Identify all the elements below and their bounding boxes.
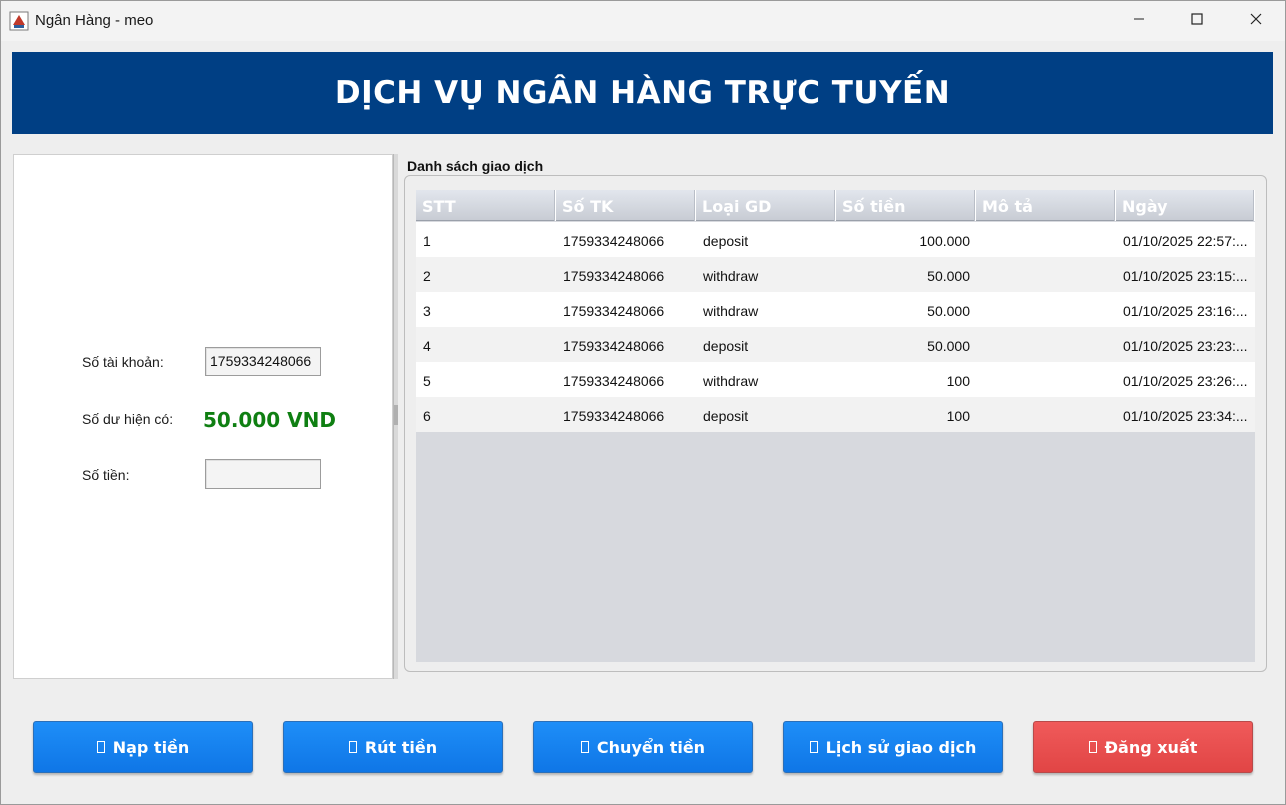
cell-amount: 100.000 [919, 233, 970, 249]
cell-account: 1759334248066 [563, 303, 665, 319]
cell-amount: 100 [946, 408, 970, 424]
title-bar: Ngân Hàng - meo [1, 1, 1285, 41]
java-cup-icon [9, 11, 29, 31]
missing-glyph-icon [96, 741, 105, 753]
cell-date: 01/10/2025 23:23:... [1123, 338, 1248, 354]
cell-date: 01/10/2025 23:26:... [1123, 373, 1248, 389]
cell-description [976, 397, 1116, 432]
transactions-table[interactable]: STT Số TK Loại GD Số tiền Mô tả Ngày 1 1… [416, 190, 1255, 662]
cell-description [976, 292, 1116, 327]
column-header-stt[interactable]: STT [416, 190, 556, 221]
header-banner: DỊCH VỤ NGÂN HÀNG TRỰC TUYẾN [12, 52, 1273, 134]
account-number-field[interactable]: 1759334248066 [205, 347, 321, 376]
missing-glyph-icon [580, 741, 589, 753]
cell-stt: 4 [423, 338, 431, 354]
history-button-label: Lịch sử giao dịch [825, 737, 977, 757]
cell-type: deposit [703, 233, 749, 249]
cell-amount: 50.000 [927, 268, 970, 284]
cell-stt: 2 [423, 268, 431, 284]
maximize-icon [1191, 12, 1203, 30]
transactions-title: Danh sách giao dịch [407, 158, 544, 174]
missing-glyph-icon [348, 741, 357, 753]
cell-amount: 50.000 [927, 303, 970, 319]
cell-account: 1759334248066 [563, 338, 665, 354]
cell-type: withdraw [703, 373, 759, 389]
maximize-button[interactable] [1168, 1, 1226, 41]
transfer-button[interactable]: Chuyển tiền [533, 721, 753, 773]
table-row[interactable]: 2 1759334248066 withdraw 50.000 01/10/20… [416, 257, 1255, 292]
window-title: Ngân Hàng - meo [35, 12, 154, 29]
missing-glyph-icon [809, 741, 818, 753]
cell-amount: 100 [946, 373, 970, 389]
cell-type: withdraw [703, 268, 759, 284]
deposit-button-label: Nạp tiền [112, 737, 190, 757]
minimize-icon [1133, 12, 1145, 30]
cell-amount: 50.000 [927, 338, 970, 354]
app-window: Ngân Hàng - meo DỊCH VỤ NGÂN HÀNG TRỰC T… [0, 0, 1286, 805]
cell-description [976, 327, 1116, 362]
cell-date: 01/10/2025 23:15:... [1123, 268, 1248, 284]
table-row[interactable]: 5 1759334248066 withdraw 100 01/10/2025 … [416, 362, 1255, 397]
logout-button[interactable]: Đăng xuất [1033, 721, 1253, 773]
amount-input[interactable] [205, 459, 321, 489]
cell-stt: 6 [423, 408, 431, 424]
table-row[interactable]: 1 1759334248066 deposit 100.000 01/10/20… [416, 222, 1255, 257]
cell-account: 1759334248066 [563, 373, 665, 389]
table-row[interactable]: 4 1759334248066 deposit 50.000 01/10/202… [416, 327, 1255, 362]
page-title: DỊCH VỤ NGÂN HÀNG TRỰC TUYẾN [334, 75, 951, 111]
cell-type: deposit [703, 338, 749, 354]
missing-glyph-icon [1088, 741, 1097, 753]
table-header: STT Số TK Loại GD Số tiền Mô tả Ngày [416, 190, 1255, 221]
column-header-type[interactable]: Loại GD [696, 190, 836, 221]
account-panel: Số tài khoản: 1759334248066 Số dư hiện c… [13, 154, 393, 679]
withdraw-button-label: Rút tiền [364, 737, 438, 757]
cell-stt: 1 [423, 233, 431, 249]
cell-type: deposit [703, 408, 749, 424]
balance-value: 50.000 VND [203, 408, 336, 432]
table-body: 1 1759334248066 deposit 100.000 01/10/20… [416, 222, 1255, 432]
logout-button-label: Đăng xuất [1104, 737, 1198, 757]
close-icon [1250, 12, 1262, 30]
withdraw-button[interactable]: Rút tiền [283, 721, 503, 773]
amount-label: Số tiền: [82, 467, 130, 483]
column-header-date[interactable]: Ngày [1116, 190, 1255, 221]
account-number-label: Số tài khoản: [82, 354, 164, 370]
column-header-account[interactable]: Số TK [556, 190, 696, 221]
table-row[interactable]: 6 1759334248066 deposit 100 01/10/2025 2… [416, 397, 1255, 432]
cell-account: 1759334248066 [563, 408, 665, 424]
table-row[interactable]: 3 1759334248066 withdraw 50.000 01/10/20… [416, 292, 1255, 327]
cell-date: 01/10/2025 22:57:... [1123, 233, 1248, 249]
column-header-amount[interactable]: Số tiền [836, 190, 976, 221]
column-header-description[interactable]: Mô tả [976, 190, 1116, 221]
history-button[interactable]: Lịch sử giao dịch [783, 721, 1003, 773]
balance-label: Số dư hiện có: [82, 411, 174, 427]
deposit-button[interactable]: Nạp tiền [33, 721, 253, 773]
close-button[interactable] [1227, 1, 1285, 41]
cell-account: 1759334248066 [563, 233, 665, 249]
cell-type: withdraw [703, 303, 759, 319]
cell-stt: 3 [423, 303, 431, 319]
splitter-grip-handle[interactable] [394, 405, 398, 425]
cell-account: 1759334248066 [563, 268, 665, 284]
cell-description [976, 257, 1116, 292]
cell-stt: 5 [423, 373, 431, 389]
cell-description [976, 362, 1116, 397]
cell-date: 01/10/2025 23:16:... [1123, 303, 1248, 319]
transfer-button-label: Chuyển tiền [596, 737, 706, 757]
cell-date: 01/10/2025 23:34:... [1123, 408, 1248, 424]
minimize-button[interactable] [1110, 1, 1168, 41]
cell-description [976, 222, 1116, 257]
